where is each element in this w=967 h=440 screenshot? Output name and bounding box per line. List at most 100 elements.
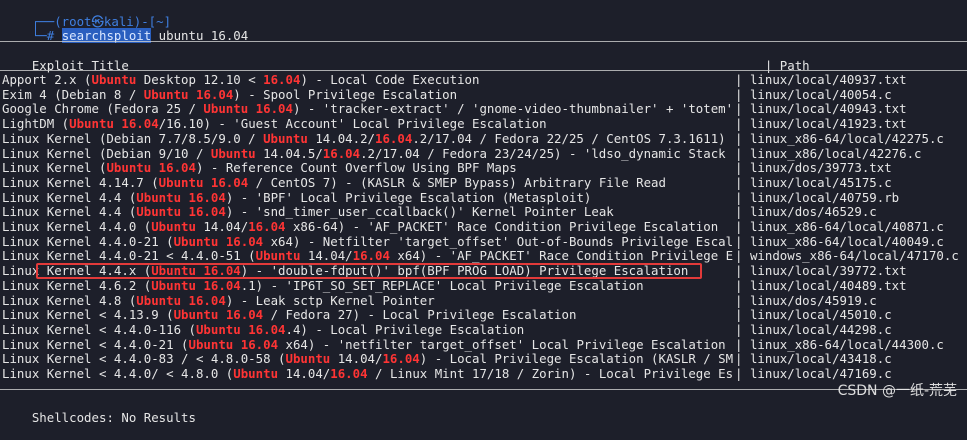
row-text: Linux Kernel < 4.13.9 ( xyxy=(2,307,174,322)
row-text xyxy=(218,234,225,249)
row-text: Linux Kernel 4.4.0-21 ( xyxy=(2,234,174,249)
table-row: Linux Kernel 4.4.0 (Ubuntu 14.04/16.04 x… xyxy=(2,219,719,235)
footer-separator xyxy=(0,389,967,390)
row-text: Linux Kernel 4.4.0-21 < 4.4.0-51 ( xyxy=(2,248,256,263)
table-row-path: | linux/local/39772.txt xyxy=(735,263,907,279)
row-text: ) - 'double-fdput()' bpf(BPF_PROG_LOAD) … xyxy=(240,263,689,278)
row-text: Google Chrome (Fedora 25 / xyxy=(2,101,204,116)
row-text: / CentOS 7) - (KASLR & SMEP Bypass) Arbi… xyxy=(248,175,666,190)
highlight-term: 16.04 xyxy=(248,219,286,234)
row-text: Linux Kernel ( xyxy=(2,160,107,175)
highlight-term: Ubuntu xyxy=(151,219,196,234)
highlight-term: Ubuntu xyxy=(173,234,219,249)
row-text: x64) - Netfilter 'target_offset' Out-of-… xyxy=(263,234,734,249)
row-text xyxy=(218,307,225,322)
row-text: .2/17.04 / Fedora 23/24/25) - 'ldso_dyna… xyxy=(360,146,726,161)
footer-shellcodes: Shellcodes: No Results xyxy=(31,409,196,425)
highlight-term: Ubuntu xyxy=(173,307,219,322)
highlight-term: 16.04 xyxy=(203,278,241,293)
row-path: linux/local/43418.c xyxy=(749,351,892,366)
table-row: Linux Kernel 4.4.x (Ubuntu 16.04) - 'dou… xyxy=(2,263,689,279)
table-row: Google Chrome (Fedora 25 / Ubuntu 16.04)… xyxy=(2,101,734,117)
row-path: linux/local/47169.c xyxy=(749,366,892,381)
row-path: linux/dos/39773.txt xyxy=(749,160,892,175)
highlight-term: 16.04 xyxy=(255,101,293,116)
table-row: Linux Kernel < 4.4.0/ < 4.8.0 (Ubuntu 14… xyxy=(2,366,733,382)
row-path: linux/local/45010.c xyxy=(749,307,892,322)
row-path-space xyxy=(742,351,749,366)
highlight-term: 16.04 xyxy=(188,204,226,219)
row-text: 14.04/ xyxy=(278,366,331,381)
row-text: Linux Kernel < 4.4.0-116 ( xyxy=(2,322,196,337)
row-text xyxy=(248,101,255,116)
highlight-term: 16.04 xyxy=(382,351,420,366)
row-path: linux/dos/46529.c xyxy=(749,204,877,219)
row-text: ) - 'snd_timer_user_ccallback()' Kernel … xyxy=(225,204,614,219)
table-row-path: | linux_x86-64/local/42275.c xyxy=(735,131,944,147)
table-row: Linux Kernel 4.6.2 (Ubuntu 16.04.1) - 'I… xyxy=(2,278,644,294)
row-text xyxy=(203,175,210,190)
row-text: ) - Leak sctp Kernel Pointer xyxy=(225,293,435,308)
table-row: Linux Kernel < 4.4.0-83 / < 4.8.0-58 (Ub… xyxy=(2,351,733,367)
highlight-term: Ubuntu xyxy=(233,366,279,381)
row-path-space xyxy=(742,175,749,190)
highlight-term: Ubuntu xyxy=(263,131,308,146)
table-row-path: | linux/local/40937.txt xyxy=(735,72,907,88)
row-path: linux/local/40937.txt xyxy=(749,72,907,87)
row-path-space xyxy=(742,190,749,205)
row-text: Linux Kernel 4.14.7 ( xyxy=(2,175,159,190)
highlight-term: 16.04 xyxy=(240,337,279,352)
highlight-term: 16.04 xyxy=(263,72,301,87)
row-path-space xyxy=(742,293,749,308)
table-row-path: | linux/dos/39773.txt xyxy=(735,160,892,176)
row-text: .4) - Local Privilege Escalation xyxy=(285,322,525,337)
highlight-term: Ubuntu xyxy=(158,175,204,190)
row-text: Linux Kernel < 4.4.0-83 / < 4.8.0-58 ( xyxy=(2,351,286,366)
table-row-path: | linux_x86-64/local/40871.c xyxy=(735,219,944,235)
row-text: ) - Reference Count Overflow Using BPF M… xyxy=(195,160,517,175)
row-path-space xyxy=(742,72,749,87)
row-text: 14.04.2/ xyxy=(307,131,375,146)
table-row: Linux Kernel (Debian 7.7/8.5/9.0 / Ubunt… xyxy=(2,131,726,147)
row-text: x86-64) - 'AF_PACKET' Race Condition Pri… xyxy=(285,219,719,234)
row-text: 14.04.5/ xyxy=(255,146,323,161)
row-path-space xyxy=(742,204,749,219)
row-text: 14.04/ xyxy=(330,351,383,366)
highlight-term: 16.04 xyxy=(330,366,368,381)
row-text: ) - 'tracker-extract' / 'gnome-video-thu… xyxy=(292,101,734,116)
highlight-term: 16.04 xyxy=(322,146,361,161)
highlight-term: Ubuntu xyxy=(143,87,189,102)
row-path: linux/local/45175.c xyxy=(749,175,892,190)
row-text: ) - 'BPF' Local Privilege Escalation (Me… xyxy=(225,190,592,205)
row-text: /16.10) - 'Guest Account' Local Privileg… xyxy=(158,116,547,131)
row-text xyxy=(181,204,188,219)
row-text: ) - Local Code Execution xyxy=(300,72,480,87)
highlight-term: 16.04 xyxy=(352,248,390,263)
row-text: x64) - 'netfilter target_offset' Local P… xyxy=(278,337,726,352)
row-path-space xyxy=(742,366,749,381)
footer-line: Shellcodes: No Results xyxy=(2,396,196,440)
row-path: linux/local/40943.txt xyxy=(749,101,907,116)
row-path-space xyxy=(742,87,749,102)
row-text: Linux Kernel 4.8 ( xyxy=(2,293,137,308)
row-path-space xyxy=(742,101,749,116)
highlight-term: 16.04 xyxy=(195,87,234,102)
row-path: linux/local/40489.txt xyxy=(749,278,907,293)
table-row: LightDM (Ubuntu 16.04/16.10) - 'Guest Ac… xyxy=(2,116,547,132)
highlight-term: Ubuntu xyxy=(255,248,301,263)
highlight-term: Ubuntu xyxy=(188,337,234,352)
table-row-path: | linux/local/44298.c xyxy=(735,322,892,338)
watermark: CSDN @一纸-荒芜 xyxy=(837,383,957,399)
highlight-term: 16.04 xyxy=(158,160,196,175)
row-text: Linux Kernel (Debian 7.7/8.5/9.0 / xyxy=(2,131,264,146)
row-text: Linux Kernel (Debian 9/10 / xyxy=(2,146,211,161)
highlight-term: 16.04 xyxy=(188,293,226,308)
highlight-term: 16.04 xyxy=(121,116,159,131)
highlight-term: Ubuntu xyxy=(151,278,196,293)
row-text: 14.04/ xyxy=(300,248,353,263)
table-row-path: | linux/dos/46529.c xyxy=(735,204,877,220)
row-text: 14.04/ xyxy=(195,219,249,234)
row-path: windows_x86-64/local/47170.c xyxy=(749,248,959,263)
terminal[interactable]: ┌──(root㉿kali)-[~] └─# searchsploit ubun… xyxy=(0,0,967,425)
row-text: Linux Kernel 4.6.2 ( xyxy=(2,278,152,293)
